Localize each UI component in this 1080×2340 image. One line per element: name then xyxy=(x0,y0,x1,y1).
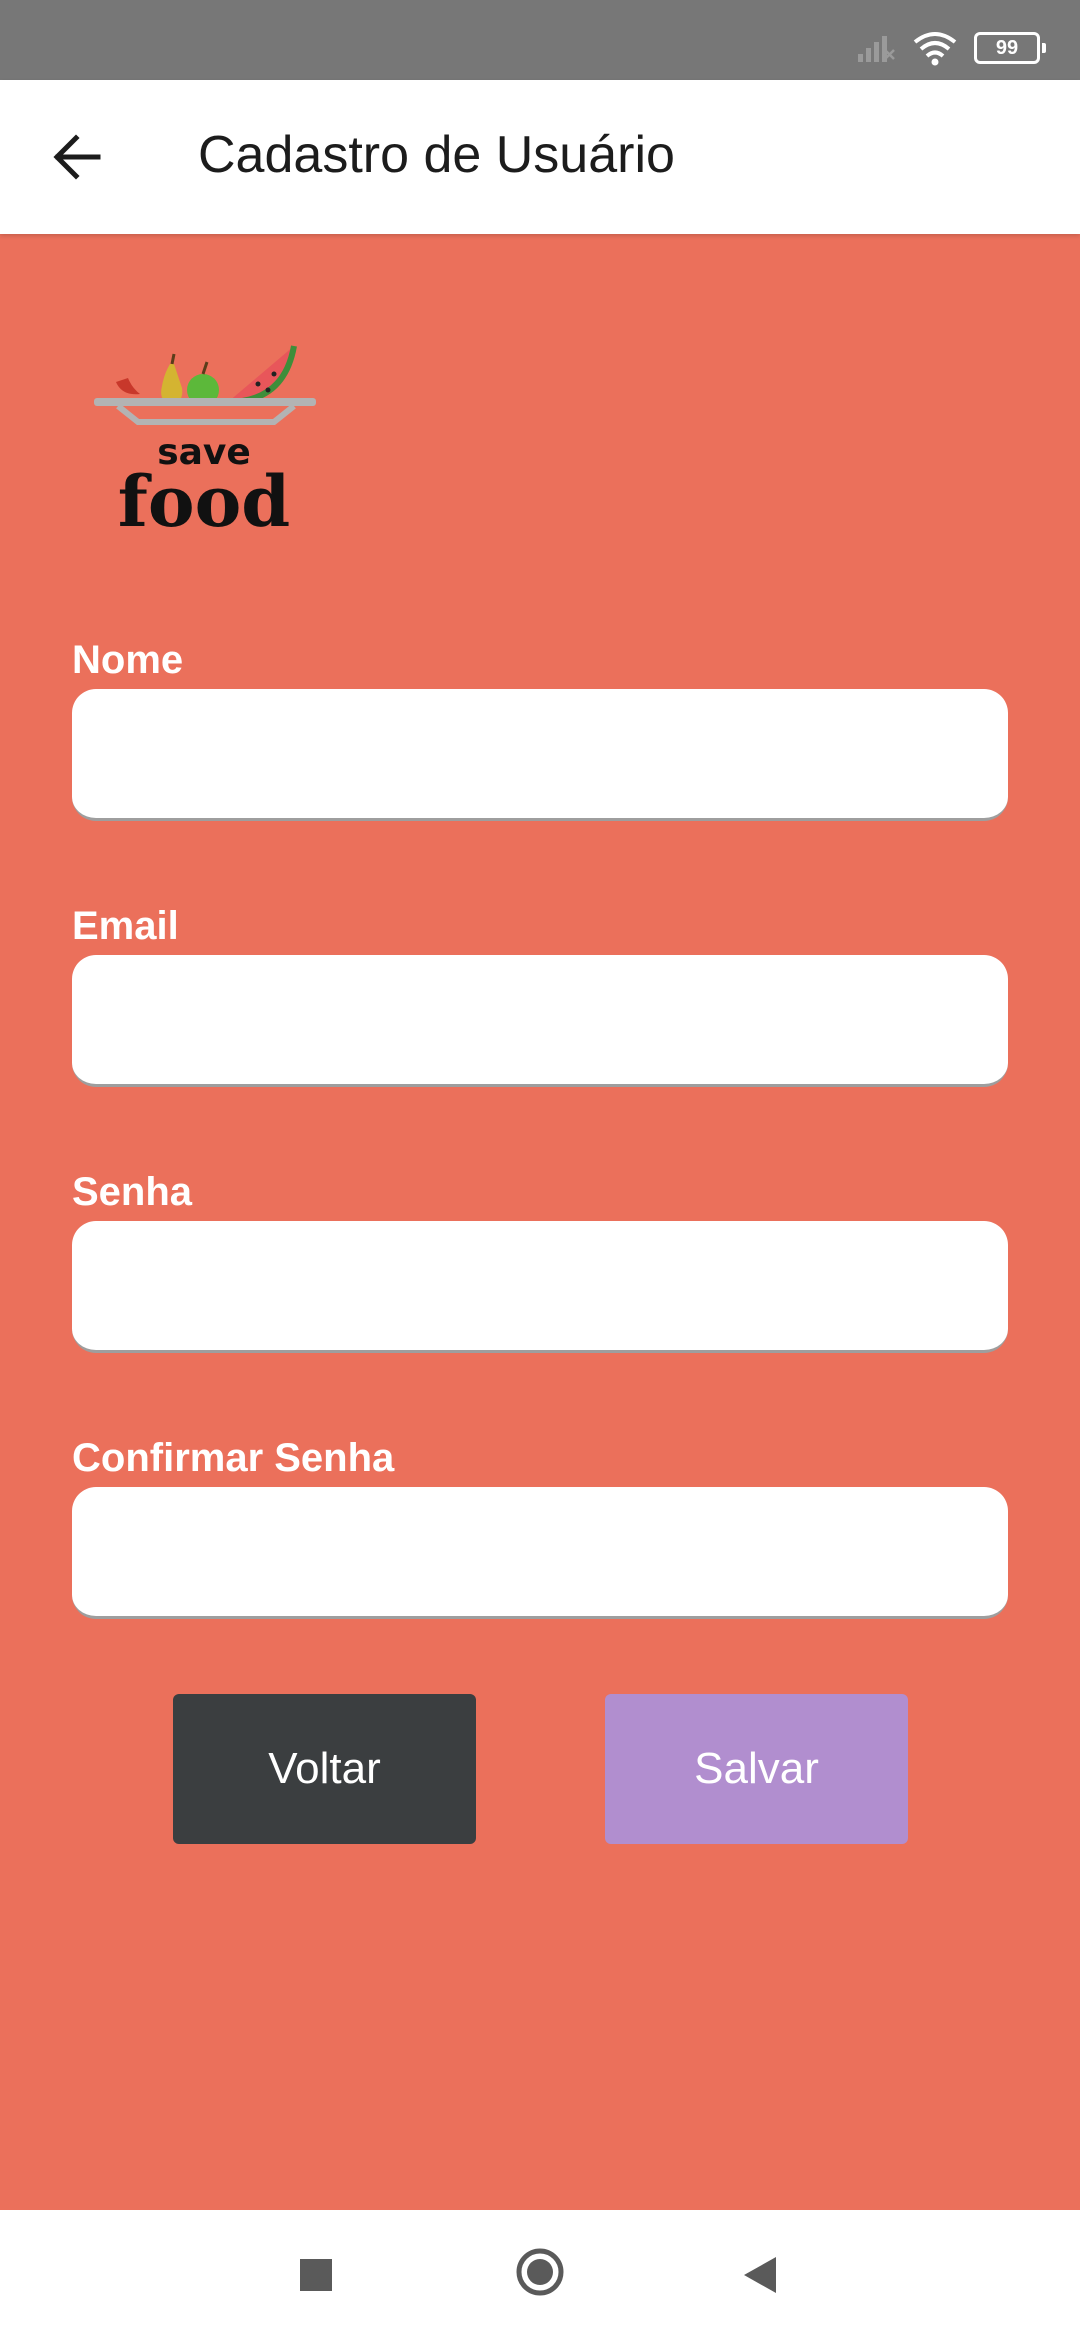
signal-off-icon xyxy=(858,36,895,62)
save-food-logo: save food xyxy=(94,345,316,543)
email-field[interactable] xyxy=(72,955,1008,1087)
save-button[interactable]: Salvar xyxy=(605,1694,908,1844)
password-field[interactable] xyxy=(72,1221,1008,1353)
status-bar: 99 xyxy=(0,0,1080,80)
page-title: Cadastro de Usuário xyxy=(198,126,675,184)
app-bar: Cadastro de Usuário xyxy=(0,80,1080,234)
arrow-left-icon[interactable] xyxy=(50,130,104,184)
wifi-icon xyxy=(913,32,957,66)
status-icons: 99 xyxy=(856,28,1046,68)
password-label: Senha xyxy=(72,1170,193,1214)
confirm-password-field[interactable] xyxy=(72,1487,1008,1619)
confirm-password-label: Confirmar Senha xyxy=(72,1436,395,1480)
navigation-bar xyxy=(0,2210,1080,2340)
battery-level: 99 xyxy=(995,37,1019,59)
logo-text-food: food xyxy=(118,460,290,543)
name-label: Nome xyxy=(72,638,184,682)
email-label: Email xyxy=(72,904,179,948)
name-field[interactable] xyxy=(72,689,1008,821)
battery-icon: 99 xyxy=(974,32,1046,64)
back-icon[interactable] xyxy=(742,2255,778,2295)
home-icon[interactable] xyxy=(515,2247,565,2297)
back-button[interactable]: Voltar xyxy=(173,1694,476,1844)
recent-apps-icon[interactable] xyxy=(300,2259,332,2291)
